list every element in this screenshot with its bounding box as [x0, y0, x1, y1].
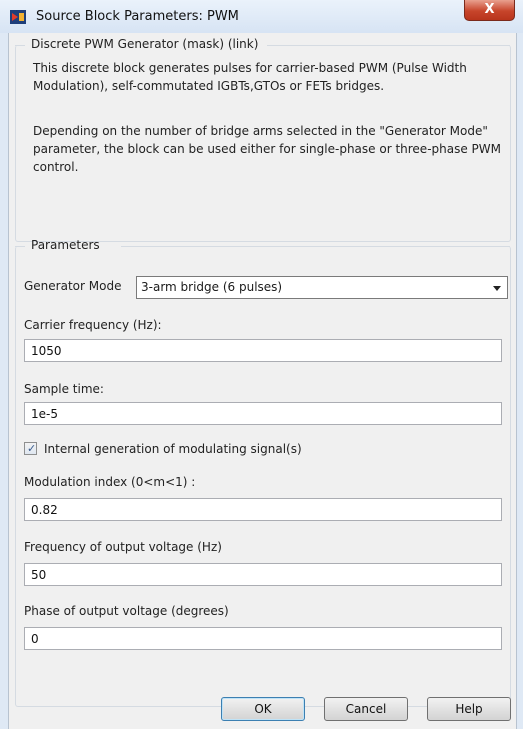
carrier-frequency-field[interactable]: [24, 339, 502, 362]
internal-generation-label[interactable]: Internal generation of modulating signal…: [44, 442, 302, 456]
description-line: Modulation), self-commutated IGBTs,GTOs …: [33, 79, 385, 93]
modulation-index-field[interactable]: [24, 498, 502, 521]
description-line: parameter, the block can be used either …: [33, 142, 501, 156]
help-button[interactable]: Help: [427, 697, 511, 721]
output-frequency-label: Frequency of output voltage (Hz): [24, 540, 222, 554]
sample-time-label: Sample time:: [24, 382, 104, 396]
generator-mode-select[interactable]: 3-arm bridge (6 pulses): [136, 276, 508, 299]
group-border: [15, 45, 25, 46]
group-border: [121, 246, 510, 247]
output-phase-label: Phase of output voltage (degrees): [24, 604, 229, 618]
group-border: [267, 45, 510, 46]
output-frequency-field[interactable]: [24, 563, 502, 586]
dialog-client-area: Discrete PWM Generator (mask) (link) Thi…: [8, 33, 517, 729]
description-group-title: Discrete PWM Generator (mask) (link): [31, 37, 259, 51]
internal-generation-checkbox[interactable]: ✓: [24, 442, 37, 455]
title-bar[interactable]: Source Block Parameters: PWM X: [0, 0, 523, 33]
modulation-index-label: Modulation index (0<m<1) :: [24, 475, 196, 489]
description-line: This discrete block generates pulses for…: [33, 61, 467, 75]
window-title: Source Block Parameters: PWM: [36, 9, 239, 24]
sample-time-field[interactable]: [24, 402, 502, 425]
simulink-block-icon: [10, 10, 26, 24]
description-text: Depending on the number of bridge arms s…: [33, 122, 511, 176]
generator-mode-value: 3-arm bridge (6 pulses): [141, 280, 283, 294]
generator-mode-label: Generator Mode: [24, 279, 122, 293]
chevron-down-icon[interactable]: [493, 286, 501, 291]
ok-button[interactable]: OK: [221, 697, 305, 721]
output-phase-field[interactable]: [24, 627, 502, 650]
close-button[interactable]: X: [464, 0, 515, 21]
carrier-frequency-label: Carrier frequency (Hz):: [24, 318, 162, 332]
close-icon: X: [484, 2, 495, 17]
parameters-group-title: Parameters: [31, 238, 100, 252]
cancel-button[interactable]: Cancel: [324, 697, 408, 721]
checkmark-icon: ✓: [27, 442, 37, 455]
description-line: Depending on the number of bridge arms s…: [33, 124, 488, 138]
description-line: control.: [33, 160, 79, 174]
description-text: This discrete block generates pulses for…: [33, 59, 511, 95]
group-border: [15, 246, 25, 247]
